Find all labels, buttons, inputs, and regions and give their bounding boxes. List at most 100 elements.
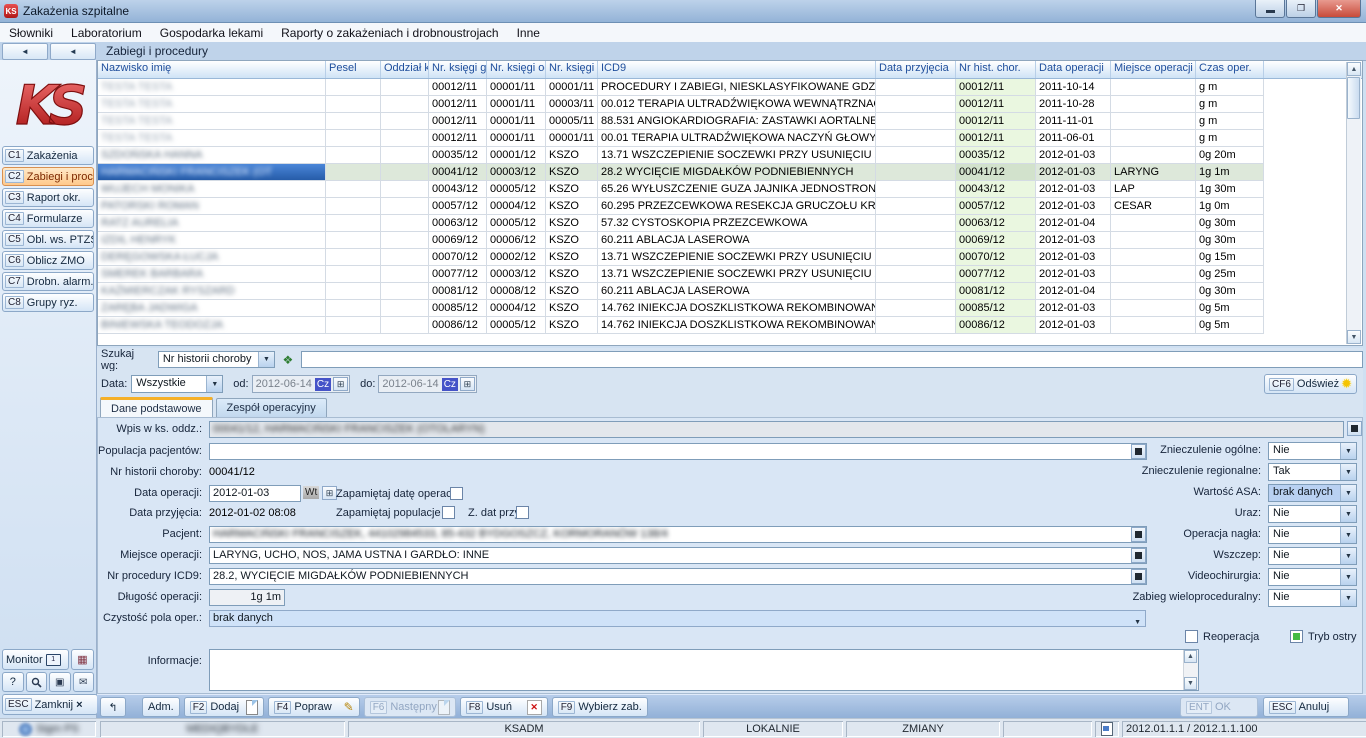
select-uraz[interactable]: Nie▼ [1268, 505, 1357, 523]
minimize-button[interactable] [1255, 0, 1285, 18]
sidebar-item-obl-ws-ptzs[interactable]: C5Obl. ws. PTZS [2, 230, 94, 249]
monitor-button[interactable]: Monitor 1 [2, 649, 69, 670]
close-button[interactable]: ✕ [1317, 0, 1361, 18]
sidebar-item-formularze[interactable]: C4Formularze [2, 209, 94, 228]
calendar-icon[interactable]: ⊞ [333, 377, 348, 391]
search-options-button[interactable]: ❖ [279, 351, 297, 369]
sidebar-item-zabiegi-i-proc[interactable]: C2Zabiegi i proc. [2, 167, 94, 186]
wpis-detail-button[interactable] [1347, 421, 1362, 436]
scroll-up-icon[interactable]: ▲ [1184, 650, 1197, 663]
search-input[interactable] [301, 351, 1363, 368]
czystosc-select[interactable]: brak danych ▼ [209, 610, 1146, 627]
column-header-nr-księgi-bo[interactable]: Nr. księgi BO. [546, 61, 598, 78]
table-scrollbar[interactable]: ▲ ▼ [1346, 62, 1361, 344]
calendar-icon[interactable]: ⊞ [322, 486, 337, 500]
table-row[interactable]: BINIEWSKA TEODOZJA00086/1200005/12KSZO14… [98, 317, 1362, 334]
tab-dane-podstawowe[interactable]: Dane podstawowe [100, 397, 213, 417]
table-row[interactable]: IZDIL HENRYK00069/1200006/12KSZO60.211 A… [98, 232, 1362, 249]
sidebar-item-grupy-ryz[interactable]: C8Grupy ryz. [2, 293, 94, 312]
edit-button[interactable]: F4 Popraw ✎ [268, 697, 360, 717]
column-header-miejsce-operacji[interactable]: Miejsce operacji [1111, 61, 1196, 78]
table-row[interactable]: TESTA TESTA00012/1100001/1100001/1100.01… [98, 130, 1362, 147]
search-by-select[interactable]: Nr historii choroby ▼ [158, 351, 275, 368]
nav-back-button-2[interactable]: ◄ [50, 43, 96, 60]
pacjent-detail-button[interactable] [1131, 527, 1146, 542]
date-range-select[interactable]: Wszystkie ▼ [131, 375, 223, 393]
mail-button[interactable]: ✉ [73, 672, 95, 692]
calculator-button[interactable]: ▦ [71, 649, 94, 670]
wpis-field[interactable]: 00041/12, HARMACIŃSKI FRANCISZEK (OTOLAR… [209, 421, 1344, 438]
icd9-detail-button[interactable] [1131, 569, 1146, 584]
table-row[interactable]: TESTA TESTA00012/1100001/1100005/1188.53… [98, 113, 1362, 130]
sidebar-item-drobn-alarm[interactable]: C7Drobn. alarm. [2, 272, 94, 291]
column-header-czas-oper[interactable]: Czas oper. [1196, 61, 1264, 78]
miejsce-detail-button[interactable] [1131, 548, 1146, 563]
dataop-field[interactable]: 2012-01-03 [209, 485, 301, 502]
select-videochirurgia[interactable]: Nie▼ [1268, 568, 1357, 586]
informacje-textarea[interactable]: ▲ ▼ [209, 649, 1199, 691]
tab-zespol-operacyjny[interactable]: Zespół operacyjny [216, 398, 327, 417]
select-procedure-button[interactable]: F9 Wybierz zab. [552, 697, 648, 717]
table-row[interactable]: ZARĘBA JADWIGA00085/1200004/12KSZO14.762… [98, 300, 1362, 317]
sidebar-item-raport-okr[interactable]: C3Raport okr. [2, 188, 94, 207]
scroll-up-icon[interactable]: ▲ [1347, 62, 1361, 76]
delete-button[interactable]: F8 Usuń ✕ [460, 697, 548, 717]
table-row[interactable]: WUJECH MONIKA00043/1200005/12KSZO65.26 W… [98, 181, 1362, 198]
undo-button[interactable]: ↰ [100, 697, 126, 717]
add-button[interactable]: F2 Dodaj [184, 697, 264, 717]
menu-item-raporty-o-zakażeniach-i-drobnoustrojach[interactable]: Raporty o zakażeniach i drobnoustrojach [272, 23, 507, 42]
informacje-scrollbar[interactable]: ▲ ▼ [1183, 650, 1198, 690]
column-header-icd9[interactable]: ICD9 [598, 61, 876, 78]
scroll-thumb[interactable] [1347, 77, 1360, 119]
column-header-nr-hist-chor[interactable]: Nr hist. chor. [956, 61, 1036, 78]
table-row[interactable]: HARMACIŃSKI FRANCISZEK (OT00041/1200003/… [98, 164, 1362, 181]
populacja-detail-button[interactable] [1131, 444, 1146, 459]
column-header-oddział-kie[interactable]: Oddział kie [381, 61, 429, 78]
calendar-icon[interactable]: ⊞ [460, 377, 475, 391]
select-wszczep[interactable]: Nie▼ [1268, 547, 1357, 565]
next-button[interactable]: F6 Następny [364, 697, 456, 717]
sidebar-item-zakażenia[interactable]: C1Zakażenia [2, 146, 94, 165]
select-znieczulenie-regionalne[interactable]: Tak▼ [1268, 463, 1357, 481]
select-zabieg-wieloproceduralny[interactable]: Nie▼ [1268, 589, 1357, 607]
column-header-nr-księgi-gł[interactable]: Nr. księgi gł. [429, 61, 487, 78]
scroll-down-icon[interactable]: ▼ [1347, 330, 1361, 344]
refresh-button[interactable]: CF6 Odśwież ✹ [1264, 374, 1357, 394]
table-row[interactable]: PATORSKI ROMAN00057/1200004/12KSZO60.295… [98, 198, 1362, 215]
date-from-field[interactable]: 2012-06-14 Cz ⊞ [252, 375, 351, 393]
column-header-data-operacji[interactable]: Data operacji [1036, 61, 1111, 78]
ok-button[interactable]: ENT OK [1180, 697, 1258, 717]
column-header-pesel[interactable]: Pesel [326, 61, 381, 78]
select-wartość-asa[interactable]: brak danych▼ [1268, 484, 1357, 502]
table-row[interactable]: TESTA TESTA00012/1100001/1100001/11PROCE… [98, 79, 1362, 96]
table-row[interactable]: DERĘGOWSKA ŁUCJA00070/1200002/12KSZO13.7… [98, 249, 1362, 266]
table-row[interactable]: TESTA TESTA00012/1100001/1100003/1100.01… [98, 96, 1362, 113]
close-window-button[interactable]: ESC Zamknij × [2, 694, 98, 715]
table-row[interactable]: SZDOŃSKA HANNA00035/1200001/12KSZO13.71 … [98, 147, 1362, 164]
date-to-field[interactable]: 2012-06-14 Cz ⊞ [378, 375, 477, 393]
cb-reoperacja[interactable] [1185, 630, 1198, 643]
column-header-nazwisko-imię[interactable]: Nazwisko imię [98, 61, 326, 78]
column-header-nr-księgi-oddz[interactable]: Nr. księgi oddz. [487, 61, 546, 78]
pacjent-field[interactable]: HARMACIŃSKI FRANCISZEK, 44102984533, 85-… [209, 526, 1147, 543]
adm-button[interactable]: Adm. [142, 697, 180, 717]
column-header-data-przyjęcia[interactable]: Data przyjęcia [876, 61, 956, 78]
scroll-down-icon[interactable]: ▼ [1184, 677, 1197, 690]
cb-zapamietaj-pop[interactable] [442, 506, 455, 519]
help-button[interactable]: ? [2, 672, 24, 692]
snapshot-button[interactable]: ▣ [49, 672, 71, 692]
search-tool-button[interactable] [26, 672, 48, 692]
table-row[interactable]: KAŹMIERCZAK RYSZARD00081/1200008/12KSZO6… [98, 283, 1362, 300]
menu-item-inne[interactable]: Inne [508, 23, 549, 42]
menu-item-słowniki[interactable]: Słowniki [0, 23, 62, 42]
cancel-button[interactable]: ESC Anuluj [1263, 697, 1349, 717]
select-operacja-nagła[interactable]: Nie▼ [1268, 526, 1357, 544]
menu-item-laboratorium[interactable]: Laboratorium [62, 23, 151, 42]
table-row[interactable]: SMEREK BARBARA00077/1200003/12KSZO13.71 … [98, 266, 1362, 283]
nav-back-button-1[interactable]: ◄ [2, 43, 48, 60]
cb-tryb-ostry[interactable] [1290, 630, 1303, 643]
icd9-field[interactable]: 28.2, WYCIĘCIE MIGDAŁKÓW PODNIEBIENNYCH [209, 568, 1147, 585]
restore-button[interactable]: ❐ [1286, 0, 1316, 18]
table-row[interactable]: RATZ AURELIA00063/1200005/12KSZO57.32 CY… [98, 215, 1362, 232]
miejsce-field[interactable]: LARYNG, UCHO, NOS, JAMA USTNA I GARDŁO: … [209, 547, 1147, 564]
